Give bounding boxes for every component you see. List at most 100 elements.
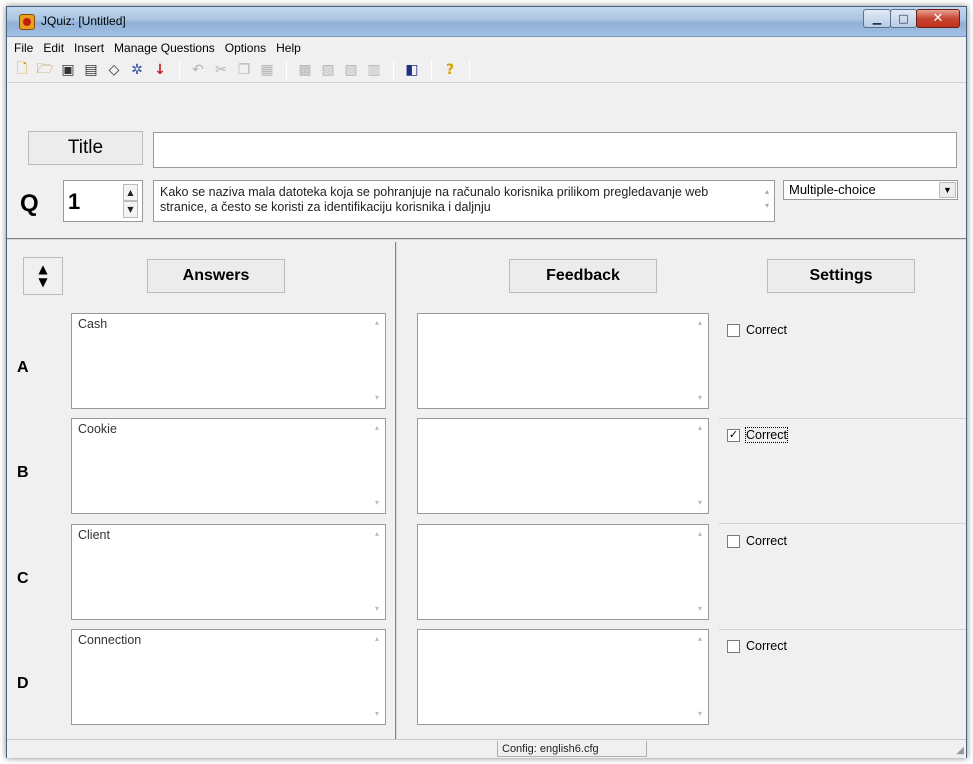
answer-input-a[interactable]: Cash ▴ ▾ [71,313,386,409]
toolbar-separator [179,59,180,80]
upload-icon: ▥ [367,61,381,78]
web-page-button[interactable]: ✲ [126,59,148,81]
menu-file[interactable]: File [9,41,38,55]
paste-icon: ▦ [260,61,274,78]
answers-header-button[interactable]: Answers [147,259,285,293]
feedback-scrollbar[interactable]: ▴ ▾ [695,318,705,402]
feedback-scrollbar[interactable]: ▴ ▾ [695,423,705,507]
copy-button[interactable]: ❐ [233,59,255,81]
correct-checkbox-c[interactable]: Correct [727,534,787,548]
settings-header-button[interactable]: Settings [767,259,915,293]
undo-button[interactable]: ↶ [187,59,209,81]
web-page-icon: ✲ [131,61,143,78]
new-file-button[interactable]: 🗋 [11,59,33,81]
menu-manage-questions[interactable]: Manage Questions [109,41,220,55]
correct-label: Correct [746,323,787,337]
maximize-button[interactable]: □ [890,9,917,28]
answer-scrollbar[interactable]: ▴ ▾ [372,529,382,613]
correct-checkbox-a[interactable]: Correct [727,323,787,337]
jquiz-app-icon [19,14,35,30]
feedback-input-c[interactable]: ▴ ▾ [417,524,709,620]
spin-down-icon: ▼ [127,205,134,214]
checkbox-box[interactable] [727,534,740,548]
close-button[interactable]: ✕ [916,9,960,28]
checkbox-box-checked[interactable]: ✓ [727,428,740,442]
add-image-icon: ▩ [298,61,312,78]
menu-options[interactable]: Options [220,41,271,55]
answer-text-b: Cookie [78,422,117,436]
add-media-button[interactable]: ▧ [340,59,362,81]
window-title: JQuiz: [Untitled] [41,14,126,28]
answer-scrollbar[interactable]: ▴ ▾ [372,318,382,402]
cut-button[interactable]: ✂ [210,59,232,81]
settings-cell-a: Correct [719,313,966,419]
minimize-icon: ▁ [872,12,882,25]
minimize-button[interactable]: ▁ [863,9,891,28]
resize-grip-icon[interactable]: ◢ [956,745,964,756]
answer-input-c[interactable]: Client ▴ ▾ [71,524,386,620]
title-input[interactable] [153,132,957,168]
open-folder-icon: 🗁 [36,60,54,77]
feedback-settings-pane: Feedback Settings ▴ ▾ Correct ▴ ▾ ✓ Correc… [402,242,966,739]
export-button[interactable]: ◧ [401,59,423,81]
add-link-icon: ▨ [321,61,335,78]
add-media-icon: ▧ [344,61,358,78]
spin-up-icon: ▲ [127,188,134,197]
save-as-icon: ▤ [84,61,98,78]
question-type-value: Multiple-choice [789,182,876,197]
menu-help[interactable]: Help [271,41,306,55]
erase-button[interactable]: ◇ [103,59,125,81]
save-as-button[interactable]: ▤ [80,59,102,81]
question-number-spinner[interactable]: 1 ▲ ▼ [63,180,143,222]
answer-input-d[interactable]: Connection ▴ ▾ [71,629,386,725]
add-link-button[interactable]: ▨ [317,59,339,81]
cut-icon: ✂ [215,61,227,78]
export-icon: ◧ [405,61,419,78]
question-text-field[interactable]: Kako se naziva mala datoteka koja se poh… [153,180,775,222]
paste-button[interactable]: ▦ [256,59,278,81]
toolbar-separator [286,59,287,80]
feedback-input-b[interactable]: ▴ ▾ [417,418,709,514]
checkbox-box[interactable] [727,639,740,653]
checkbox-box[interactable] [727,323,740,337]
dropdown-button[interactable]: ▼ [939,182,956,198]
row-letter-c: C [17,570,29,587]
feedback-scrollbar[interactable]: ▴ ▾ [695,529,705,613]
answer-text-a: Cash [78,317,108,331]
undo-icon: ↶ [192,61,204,78]
menu-insert[interactable]: Insert [69,41,109,55]
upload-button[interactable]: ▥ [363,59,385,81]
answer-scrollbar[interactable]: ▴ ▾ [372,634,382,718]
title-bar[interactable]: JQuiz: [Untitled] ▁ □ ✕ [7,7,966,37]
row-letter-a: A [17,359,29,376]
answer-scrollbar[interactable]: ▴ ▾ [372,423,382,507]
feedback-input-a[interactable]: ▴ ▾ [417,313,709,409]
question-type-select[interactable]: Multiple-choice ▼ [783,180,958,200]
help-button[interactable]: ? [439,59,461,81]
settings-cell-c: Correct [719,524,966,630]
title-button[interactable]: Title [28,131,143,165]
reorder-answers-spinner[interactable]: ▲ ▼ [23,257,63,295]
question-label: Q [20,190,39,217]
spin-down-button[interactable]: ▼ [123,201,138,218]
correct-checkbox-b[interactable]: ✓ Correct [727,427,788,443]
answer-text-d: Connection [78,633,142,647]
menu-edit[interactable]: Edit [38,41,69,55]
down-arrow-button[interactable]: ↓ [149,59,171,81]
config-status: Config: english6.cfg [497,741,647,757]
correct-checkbox-d[interactable]: Correct [727,639,787,653]
toolbar: 🗋 🗁 ▣ ▤ ◇ ✲ ↓ ↶ ✂ ❐ ▦ ▩ ▨ ▧ ▥ ◧ ? [7,57,966,83]
settings-cell-b: ✓ Correct [719,418,966,524]
feedback-header-button[interactable]: Feedback [509,259,657,293]
add-image-button[interactable]: ▩ [294,59,316,81]
correct-label: Correct [746,534,787,548]
save-icon: ▣ [61,61,75,78]
feedback-scrollbar[interactable]: ▴ ▾ [695,634,705,718]
open-button[interactable]: 🗁 [34,59,56,81]
spin-up-button[interactable]: ▲ [123,184,138,201]
answer-input-b[interactable]: Cookie ▴ ▾ [71,418,386,514]
feedback-input-d[interactable]: ▴ ▾ [417,629,709,725]
row-letter-b: B [17,464,29,481]
question-scrollbar[interactable]: ▴ ▾ [762,185,772,217]
save-button[interactable]: ▣ [57,59,79,81]
